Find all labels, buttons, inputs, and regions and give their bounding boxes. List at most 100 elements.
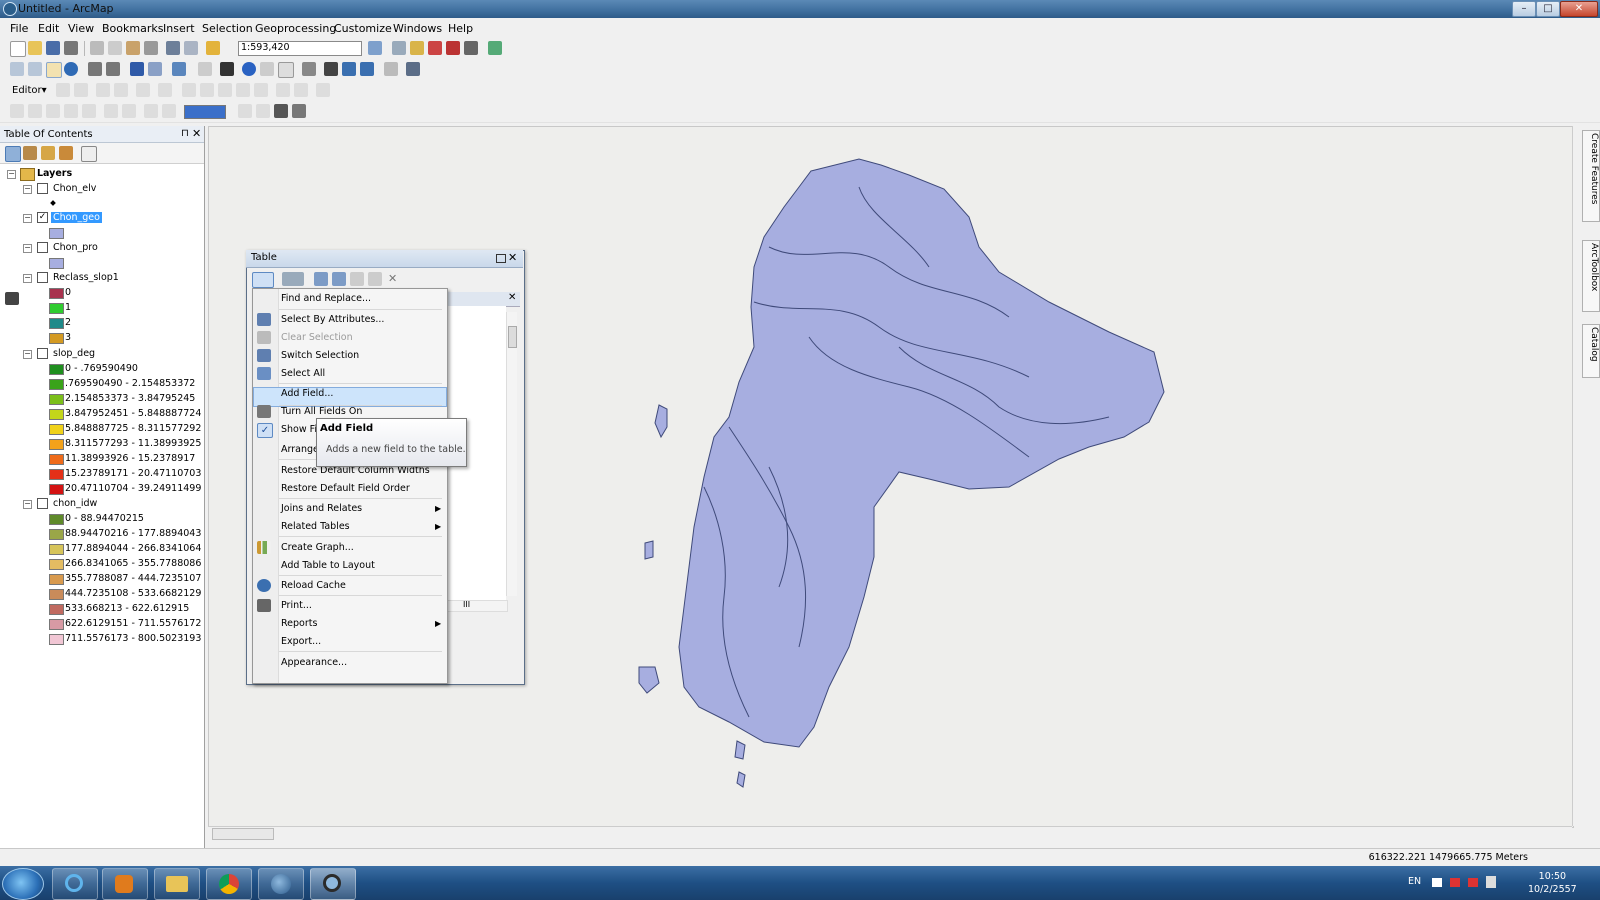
time-slider-icon[interactable]: [384, 62, 398, 76]
layer-name-chon-geo[interactable]: Chon_geo: [51, 212, 102, 223]
zoom-100-icon[interactable]: [82, 104, 96, 118]
fixed-zoom-out-layout-icon[interactable]: [122, 104, 136, 118]
table-of-contents-icon[interactable]: [392, 41, 406, 55]
toc-options-icon[interactable]: [81, 146, 97, 162]
undo-icon[interactable]: [166, 41, 180, 55]
network-warning-icon[interactable]: [1450, 878, 1460, 887]
select-features-icon[interactable]: [172, 62, 186, 76]
arctoolbox-tab[interactable]: ArcToolbox: [1582, 240, 1600, 312]
media-player-icon[interactable]: [102, 868, 148, 900]
chon-geo-visibility-checkbox[interactable]: ✓: [37, 212, 48, 223]
clear-selection-toolbar-icon[interactable]: [350, 272, 364, 286]
maximize-button[interactable]: □: [1536, 1, 1560, 17]
menu-insert[interactable]: Insert: [163, 22, 195, 35]
zoom-in-icon[interactable]: [10, 62, 24, 76]
switch-selection-toolbar-icon[interactable]: [332, 272, 346, 286]
menu-view[interactable]: View: [68, 22, 94, 35]
edit-annotation-icon[interactable]: [74, 83, 88, 97]
change-layout-icon[interactable]: [274, 104, 288, 118]
arcglobe-icon[interactable]: [258, 868, 304, 900]
menu-item-add-table-to-layout[interactable]: Add Table to Layout: [281, 560, 375, 571]
chon-elv-visibility-checkbox[interactable]: [37, 183, 48, 194]
clear-selected-icon[interactable]: [198, 62, 212, 76]
security-warning-icon[interactable]: [1468, 878, 1478, 887]
layer-name-reclass-slop1[interactable]: Reclass_slop1: [53, 272, 119, 283]
python-window-icon[interactable]: [464, 41, 478, 55]
rotate-icon[interactable]: [254, 83, 268, 97]
cut-icon[interactable]: [90, 41, 104, 55]
split-icon[interactable]: [236, 83, 250, 97]
next-extent-layout-icon[interactable]: [162, 104, 176, 118]
save-icon[interactable]: [46, 41, 60, 55]
back-arrow-icon[interactable]: [130, 62, 144, 76]
forward-arrow-icon[interactable]: [148, 62, 162, 76]
layer-name-chon-elv[interactable]: Chon_elv: [53, 183, 96, 194]
measure-icon[interactable]: [302, 62, 316, 76]
menu-item-joins-and-relates[interactable]: Joins and Relates: [281, 503, 362, 514]
table-close-icon[interactable]: ✕: [508, 251, 517, 264]
edit-tool-icon[interactable]: [56, 83, 70, 97]
toggle-draft-mode-icon[interactable]: [238, 104, 252, 118]
menu-item-print[interactable]: Print...: [281, 600, 312, 611]
menu-bookmarks[interactable]: Bookmarks: [102, 22, 163, 35]
toc-pin-icon[interactable]: ⊓: [181, 128, 189, 139]
find-route-icon[interactable]: [342, 62, 356, 76]
fixed-zoom-in-layout-icon[interactable]: [104, 104, 118, 118]
editor-menu[interactable]: Editor▾: [12, 85, 47, 96]
edit-vertices-icon[interactable]: [182, 83, 196, 97]
copy-icon[interactable]: [108, 41, 122, 55]
full-extent-globe-icon[interactable]: [64, 62, 78, 76]
volume-icon[interactable]: [1486, 876, 1496, 888]
chon-pro-visibility-checkbox[interactable]: [37, 242, 48, 253]
arcmap-taskbar-icon[interactable]: [310, 868, 356, 900]
create-viewer-icon[interactable]: [406, 62, 420, 76]
collapse-slop-deg-toggle[interactable]: −: [23, 350, 32, 359]
find-binoculars-icon[interactable]: [324, 62, 338, 76]
catalog-tab[interactable]: Catalog: [1582, 324, 1600, 378]
menu-item-related-tables[interactable]: Related Tables: [281, 521, 350, 532]
identify-icon[interactable]: [242, 62, 256, 76]
menu-item-restore-default-field-order[interactable]: Restore Default Field Order: [281, 483, 410, 494]
menu-item-add-field[interactable]: Add Field...: [281, 388, 333, 399]
start-button[interactable]: [2, 868, 44, 900]
layout-zoom-percent-dropdown[interactable]: [184, 105, 226, 119]
menu-item-find-and-replace[interactable]: Find and Replace...: [281, 293, 371, 304]
arctoolbox-icon[interactable]: [446, 41, 460, 55]
minimize-button[interactable]: –: [1512, 1, 1536, 17]
list-by-selection-icon[interactable]: [59, 146, 73, 160]
fixed-zoom-in-icon[interactable]: [88, 62, 102, 76]
cut-polygons-icon[interactable]: [218, 83, 232, 97]
list-by-visibility-icon[interactable]: [41, 146, 55, 160]
reclass-slop1-visibility-checkbox[interactable]: [37, 272, 48, 283]
map-scale-dropdown[interactable]: 1:593,420: [238, 41, 362, 56]
go-to-xy-icon[interactable]: [360, 62, 374, 76]
collapse-chon-geo-toggle[interactable]: −: [23, 214, 32, 223]
model-builder-icon[interactable]: [488, 41, 502, 55]
menu-file[interactable]: File: [10, 22, 28, 35]
editor-toolbar-icon[interactable]: [368, 41, 382, 55]
html-popup-icon[interactable]: [278, 62, 294, 78]
attributes-icon[interactable]: [276, 83, 290, 97]
close-window-button[interactable]: ✕: [1560, 1, 1598, 17]
zoom-whole-page-icon[interactable]: [64, 104, 78, 118]
layout-pan-icon[interactable]: [46, 104, 60, 118]
menu-help[interactable]: Help: [448, 22, 473, 35]
file-explorer-icon[interactable]: [154, 868, 200, 900]
zoom-to-selected-icon[interactable]: [368, 272, 382, 286]
endpoint-arc-icon[interactable]: [114, 83, 128, 97]
system-clock[interactable]: 10:50 10/2/2557: [1528, 870, 1577, 896]
map-view-switch-buttons[interactable]: [212, 828, 274, 840]
table-horizontal-scrollbar[interactable]: III: [446, 600, 508, 612]
chrome-icon[interactable]: [206, 868, 252, 900]
collapse-chon-pro-toggle[interactable]: −: [23, 244, 32, 253]
layout-zoom-out-icon[interactable]: [28, 104, 42, 118]
menu-geoprocessing[interactable]: Geoprocessing: [255, 22, 336, 35]
collapse-layers-toggle[interactable]: −: [7, 170, 16, 179]
data-driven-pages-icon[interactable]: [292, 104, 306, 118]
menu-item-export[interactable]: Export...: [281, 636, 321, 647]
table-options-dropdown-icon[interactable]: [252, 272, 274, 288]
paste-icon[interactable]: [126, 41, 140, 55]
menu-item-select-all[interactable]: Select All: [281, 368, 325, 379]
collapse-chon-elv-toggle[interactable]: −: [23, 185, 32, 194]
internet-explorer-icon[interactable]: [52, 868, 98, 900]
